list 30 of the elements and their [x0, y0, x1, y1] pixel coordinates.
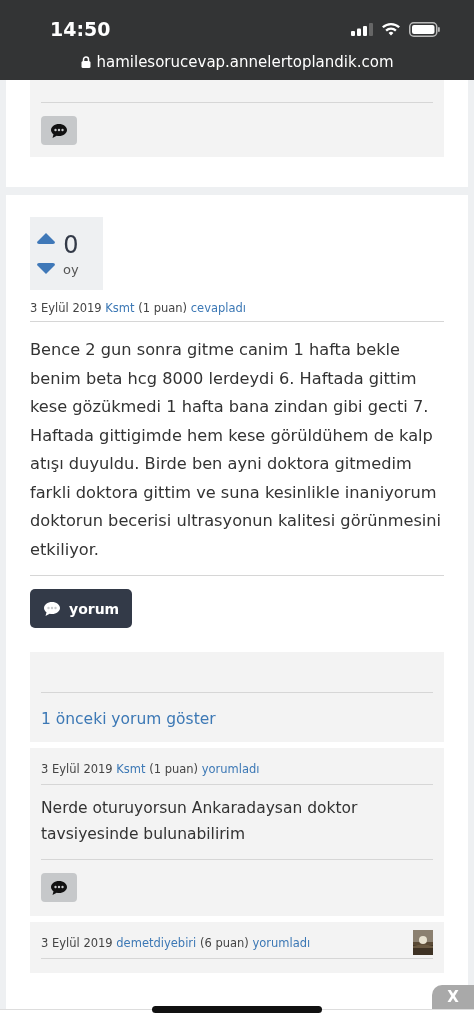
speech-bubble-icon: [50, 879, 68, 896]
comment-text: Nerde oturuyorsun Ankaradaysan doktor tavsiyesinde bulunabilirim: [41, 798, 359, 845]
wifi-icon: [381, 22, 401, 36]
answer-text: Bence 2 gun sonra gitme canim 1 hafta bekle benim beta hcg 8000 lerdeydi 6. Haftada gittim kese gözükmedi 1 hafta bana zindan gibi gecti 7. Haftada gittigimde hem kese görüldühem de kalp atışı duyuldu. Birde ben ayni doktora gitmedim farkli doktora gittim ve suna kesinlikle inaniyorum doktorun becerisi ultrasyonun kalitesi görünmesini etkiliyor.: [30, 339, 443, 561]
address-bar[interactable]: hamilesorucevap.annelertoplandik.com: [0, 53, 474, 71]
vote-label: oy: [63, 261, 79, 277]
battery-icon: [409, 21, 440, 37]
action-link[interactable]: yorumladı: [201, 762, 260, 776]
user-link[interactable]: demetdiyebiri: [116, 936, 197, 950]
user-link[interactable]: Ksmt: [116, 762, 146, 776]
speech-bubble-icon: [43, 600, 61, 617]
comment-button[interactable]: [41, 873, 77, 902]
comment-meta: 3 Eylül 2019 Ksmt (1 puan) yorumladı: [41, 761, 260, 778]
comment-button[interactable]: yorum: [30, 589, 133, 628]
speech-bubble-icon: [50, 122, 68, 139]
upvote-icon[interactable]: [37, 233, 55, 244]
answer-meta: 3 Eylül 2019 Ksmt (1 puan) cevapladı: [30, 300, 248, 317]
comment-meta: 3 Eylül 2019 demetdiyebiri (6 puan) yorumladı: [41, 935, 311, 952]
action-link[interactable]: yorumladı: [252, 936, 311, 950]
signal-icon: [351, 22, 373, 36]
close-button[interactable]: X: [432, 985, 474, 1009]
lock-icon: [80, 56, 91, 68]
user-link[interactable]: Ksmt: [105, 301, 135, 315]
comment-button[interactable]: [41, 116, 77, 145]
url-text: hamilesorucevap.annelertoplandik.com: [96, 53, 394, 71]
action-link[interactable]: cevapladı: [190, 301, 247, 315]
show-previous-link[interactable]: 1 önceki yorum göster: [41, 710, 433, 728]
vote-count: 0: [63, 230, 79, 259]
clock-time: 14:50: [50, 18, 111, 40]
downvote-icon[interactable]: [37, 263, 55, 274]
